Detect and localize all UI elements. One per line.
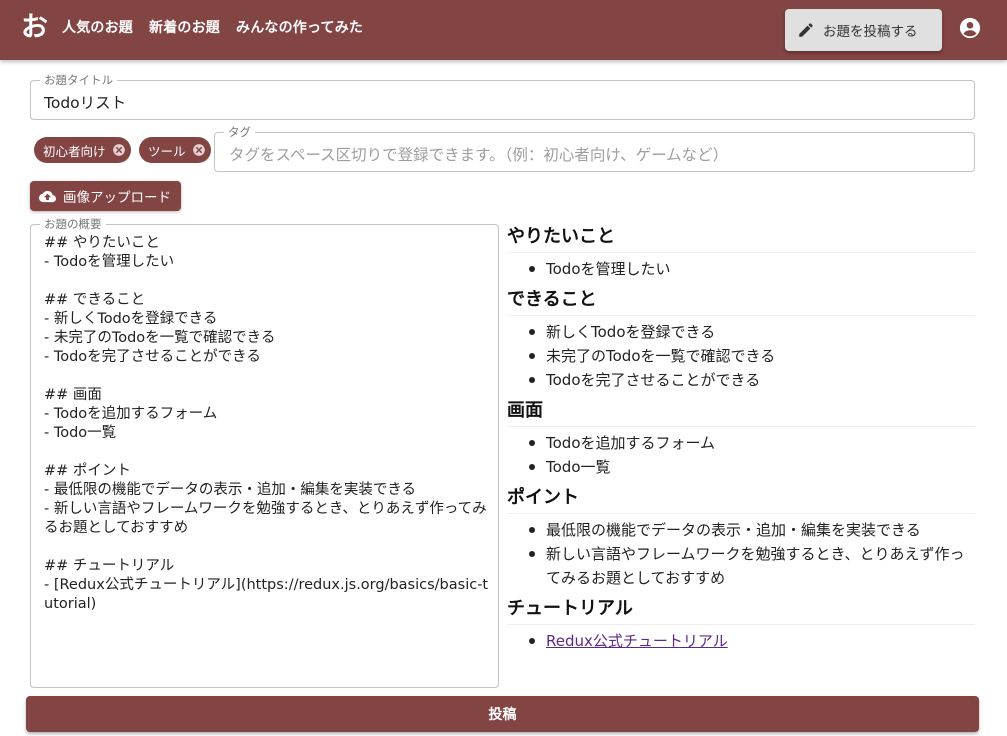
overview-field[interactable]: お題の概要 ## やりたいこと - Todoを管理したい ## できること - … <box>30 217 499 688</box>
list-item: 新しい言語やフレームワークを勉強するとき、とりあえず作ってみるお題としておすすめ <box>507 542 975 590</box>
preview-list: Todoを管理したい <box>507 257 975 281</box>
preview-heading: やりたいこと <box>507 224 975 253</box>
nav-popular-topics[interactable]: 人気のお題 <box>62 17 133 37</box>
tag-input-placeholder[interactable]: タグをスペース区切りで登録できます。（例：初心者向け、ゲームなど） <box>229 143 728 165</box>
list-item: Todoを管理したい <box>507 257 975 281</box>
preview-heading: 画面 <box>507 398 975 427</box>
list-item: 未完了のTodoを一覧で確認できる <box>507 344 975 368</box>
tag-field-label: タグ <box>224 125 255 139</box>
hiragana-o-logo-icon[interactable]: お <box>20 11 48 41</box>
list-item: Todoを完了させることができる <box>507 368 975 392</box>
overview-textarea[interactable]: ## やりたいこと - Todoを管理したい ## できること - 新しくTod… <box>44 234 494 614</box>
image-upload-button[interactable]: 画像アップロード <box>30 181 181 211</box>
nav-new-topics[interactable]: 新着のお題 <box>149 17 220 37</box>
cloud-upload-icon <box>39 190 56 202</box>
chip-delete-icon[interactable] <box>192 143 206 157</box>
preview-heading: できること <box>507 287 975 316</box>
overview-field-label: お題の概要 <box>40 217 106 231</box>
image-upload-label: 画像アップロード <box>63 190 171 206</box>
title-field[interactable]: お題タイトル Todoリスト <box>30 73 975 120</box>
preview-heading: ポイント <box>507 485 975 514</box>
redux-tutorial-link[interactable]: Redux公式チュートリアル <box>546 632 728 650</box>
preview-list: Redux公式チュートリアル <box>507 629 975 653</box>
list-item: 最低限の機能でデータの表示・追加・編集を実装できる <box>507 518 975 542</box>
tag-field[interactable]: タグ タグをスペース区切りで登録できます。（例：初心者向け、ゲームなど） <box>214 125 975 172</box>
chip-delete-icon[interactable] <box>112 143 126 157</box>
submit-button[interactable]: 投稿 <box>26 696 979 732</box>
list-item: Redux公式チュートリアル <box>507 629 975 653</box>
tag-chip-tool: ツール <box>139 137 211 163</box>
post-topic-button[interactable]: お題を投稿する <box>785 9 942 51</box>
preview-list: 最低限の機能でデータの表示・追加・編集を実装できる 新しい言語やフレームワークを… <box>507 518 975 590</box>
preview-list: Todoを追加するフォーム Todo一覧 <box>507 431 975 479</box>
markdown-preview: やりたいこと Todoを管理したい できること 新しくTodoを登録できる 未完… <box>507 224 975 659</box>
title-field-label: お題タイトル <box>40 73 117 87</box>
nav-everyone-made[interactable]: みんなの作ってみた <box>236 17 363 37</box>
pencil-icon <box>799 23 813 37</box>
main-nav: 人気のお題 新着のお題 みんなの作ってみた <box>62 0 363 54</box>
list-item: Todo一覧 <box>507 455 975 479</box>
app-bar: お 人気のお題 新着のお題 みんなの作ってみた お題を投稿する <box>0 0 1007 60</box>
account-circle-icon[interactable] <box>959 17 981 39</box>
svg-text:お: お <box>21 12 48 41</box>
preview-heading: チュートリアル <box>507 596 975 625</box>
list-item: Todoを追加するフォーム <box>507 431 975 455</box>
post-topic-label: お題を投稿する <box>823 24 918 40</box>
tag-chip-label: ツール <box>148 143 186 159</box>
tag-chip-beginner: 初心者向け <box>34 137 131 163</box>
title-input[interactable]: Todoリスト <box>44 91 126 113</box>
preview-list: 新しくTodoを登録できる 未完了のTodoを一覧で確認できる Todoを完了さ… <box>507 320 975 392</box>
list-item: 新しくTodoを登録できる <box>507 320 975 344</box>
tag-chip-label: 初心者向け <box>43 143 106 159</box>
